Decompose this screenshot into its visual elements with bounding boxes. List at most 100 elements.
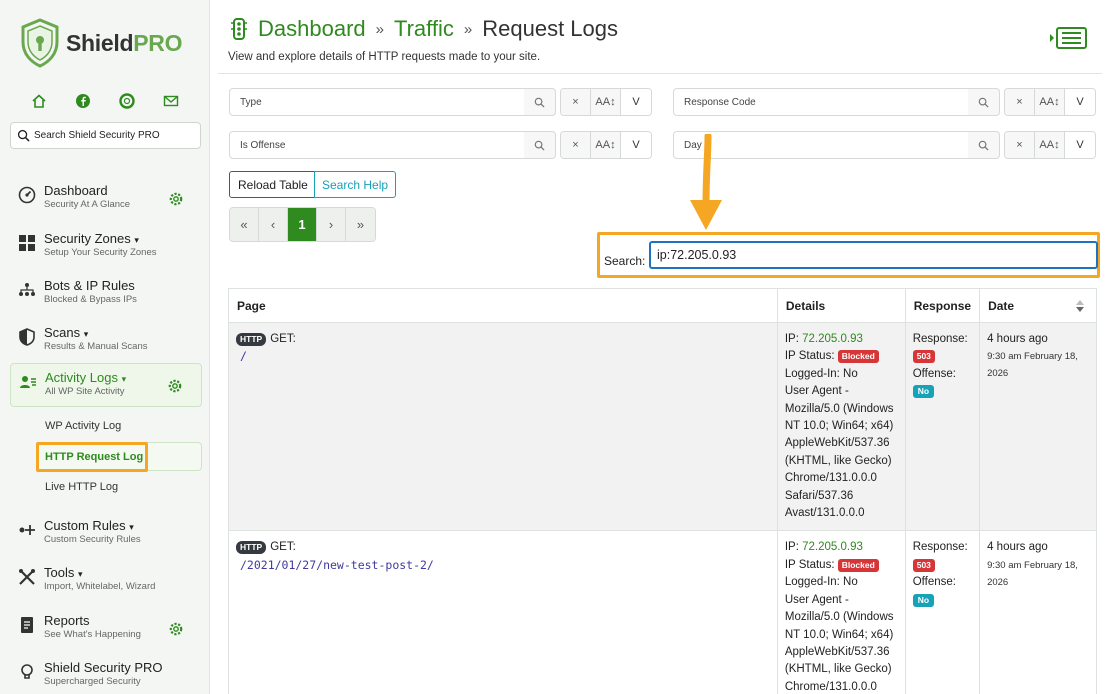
reload-table-button[interactable]: Reload Table (229, 171, 317, 198)
clear-button[interactable]: × (1005, 89, 1035, 115)
col-header-page[interactable]: Page (228, 288, 778, 323)
search-icon (978, 97, 989, 108)
sidebar-item-scans[interactable]: Scans ▾ Results & Manual Scans (10, 319, 202, 363)
pagination: « ‹ 1 › » (229, 207, 376, 242)
nav-subtitle: Blocked & Bypass IPs (44, 294, 137, 305)
dropdown-toggle-button[interactable]: V (621, 89, 651, 115)
page-subtitle: View and explore details of HTTP request… (228, 51, 541, 63)
col-header-date[interactable]: Date (979, 288, 1097, 323)
breadcrumb: Dashboard » Traffic » Request Logs (228, 16, 618, 42)
breadcrumb-dashboard[interactable]: Dashboard (258, 16, 366, 42)
clear-button[interactable]: × (561, 89, 591, 115)
gear-icon[interactable] (168, 191, 184, 207)
table-search: Search: ip:72.205.0.93 (597, 232, 1100, 278)
case-sensitive-button[interactable]: AA↕ (591, 132, 621, 158)
offense-badge: No (912, 593, 935, 607)
filter-type-input[interactable]: Type (229, 88, 525, 116)
tools-icon (19, 569, 35, 585)
lifebuoy-icon[interactable] (118, 92, 136, 110)
search-label: Search: (604, 254, 646, 268)
method: GET: (270, 541, 296, 554)
case-sensitive-button[interactable]: AA↕ (591, 89, 621, 115)
sidebar-subitem-wp-activity-log[interactable]: WP Activity Log (45, 420, 121, 432)
gear-icon[interactable] (168, 621, 184, 637)
sidebar: ShieldPRO Search Shield Security PRO Das… (0, 0, 210, 694)
gear-icon[interactable] (167, 378, 183, 394)
home-icon[interactable] (30, 92, 48, 110)
traffic-light-icon (231, 18, 247, 40)
envelope-icon[interactable] (162, 92, 180, 110)
cell-page: HTTP GET: /2021/01/27/new-test-post-2/ (228, 530, 778, 694)
nav-title: Shield Security PRO (44, 660, 163, 675)
filter-search-button[interactable] (968, 88, 1000, 116)
ip-link[interactable]: 72.205.0.93 (802, 333, 863, 345)
ip-link[interactable]: 72.205.0.93 (802, 541, 863, 553)
col-header-details[interactable]: Details (776, 288, 906, 323)
sidebar-item-bots-ip-rules[interactable]: Bots & IP Rules Blocked & Bypass IPs (10, 272, 202, 316)
user-list-icon (20, 376, 36, 388)
main-content: Dashboard » Traffic » Request Logs View … (218, 0, 1118, 694)
filter-search-button[interactable] (524, 88, 556, 116)
filter-buttons: × AA↕ V (560, 88, 652, 116)
response-code-badge: 503 (912, 558, 935, 572)
facebook-icon[interactable] (74, 92, 92, 110)
sidebar-item-custom-rules[interactable]: Custom Rules ▾ Custom Security Rules (10, 512, 202, 556)
col-header-response[interactable]: Response (904, 288, 981, 323)
nav-subtitle: Supercharged Security (44, 676, 141, 687)
http-badge: HTTP (236, 541, 267, 555)
menu-toggle-icon[interactable] (1048, 26, 1088, 50)
gauge-icon (18, 186, 36, 204)
table-search-input[interactable]: ip:72.205.0.93 (649, 241, 1098, 269)
cell-details: IP: 72.205.0.93 IP Status: Blocked Logge… (776, 530, 906, 694)
search-help-button[interactable]: Search Help (314, 171, 397, 198)
sidebar-item-reports[interactable]: Reports See What's Happening (10, 607, 202, 651)
request-path[interactable]: /2021/01/27/new-test-post-2/ (240, 558, 434, 572)
sidebar-item-activity-logs[interactable]: Activity Logs ▾ All WP Site Activity (10, 363, 202, 407)
clear-button[interactable]: × (1005, 132, 1035, 158)
shield-logo-icon (21, 18, 59, 68)
cell-page: HTTP GET: / (228, 321, 778, 532)
sidebar-item-dashboard[interactable]: Dashboard Security At A Glance (10, 177, 202, 221)
divider (218, 73, 1102, 74)
nav-subtitle: Setup Your Security Zones (44, 247, 157, 258)
nav-title: Custom Rules ▾ (44, 518, 134, 533)
nav-title: Activity Logs ▾ (45, 370, 127, 385)
dropdown-toggle-button[interactable]: V (1065, 132, 1095, 158)
cell-date: 4 hours ago 9:30 am February 18, 2026 (979, 321, 1097, 532)
last-page-button[interactable]: » (346, 208, 375, 241)
filter-is-offense-input[interactable]: Is Offense (229, 131, 525, 159)
table-row[interactable]: HTTP GET: / IP: 72.205.0.93 IP Status: Bl… (228, 321, 1097, 532)
table-row[interactable]: HTTP GET: /2021/01/27/new-test-post-2/ IP… (228, 530, 1097, 694)
sidebar-item-security-zones[interactable]: Security Zones ▾ Setup Your Security Zone… (10, 225, 202, 269)
filter-response-code-input[interactable]: Response Code (673, 88, 969, 116)
dropdown-toggle-button[interactable]: V (621, 132, 651, 158)
breadcrumb-separator: » (463, 20, 473, 38)
nav-subtitle: Custom Security Rules (44, 534, 141, 545)
network-icon (19, 283, 35, 296)
nav-subtitle: See What's Happening (44, 629, 141, 640)
prev-page-button[interactable]: ‹ (259, 208, 288, 241)
social-links (30, 92, 180, 110)
sidebar-subitem-live-http-log[interactable]: Live HTTP Log (45, 481, 118, 493)
page-1-button[interactable]: 1 (288, 208, 317, 241)
sidebar-search-input[interactable]: Search Shield Security PRO (10, 122, 201, 149)
breadcrumb-traffic[interactable]: Traffic (394, 16, 454, 42)
request-log-table: Page Details Response Date HTTP GET: / IP… (228, 288, 1097, 694)
nav-title: Tools ▾ (44, 565, 83, 580)
sidebar-item-shield-pro[interactable]: Shield Security PRO Supercharged Security (10, 654, 202, 694)
case-sensitive-button[interactable]: AA↕ (1035, 132, 1065, 158)
nav-subtitle: Import, Whitelabel, Wizard (44, 581, 156, 592)
filter-search-button[interactable] (968, 131, 1000, 159)
logo[interactable]: ShieldPRO (20, 18, 182, 68)
first-page-button[interactable]: « (230, 208, 259, 241)
filter-search-button[interactable] (524, 131, 556, 159)
request-path[interactable]: / (240, 349, 247, 363)
nav-subtitle: Results & Manual Scans (44, 341, 148, 352)
clear-button[interactable]: × (561, 132, 591, 158)
dropdown-toggle-button[interactable]: V (1065, 89, 1095, 115)
case-sensitive-button[interactable]: AA↕ (1035, 89, 1065, 115)
nav-title: Dashboard (44, 183, 108, 198)
filter-buttons: × AA↕ V (1004, 131, 1096, 159)
next-page-button[interactable]: › (317, 208, 346, 241)
sidebar-item-tools[interactable]: Tools ▾ Import, Whitelabel, Wizard (10, 559, 202, 603)
